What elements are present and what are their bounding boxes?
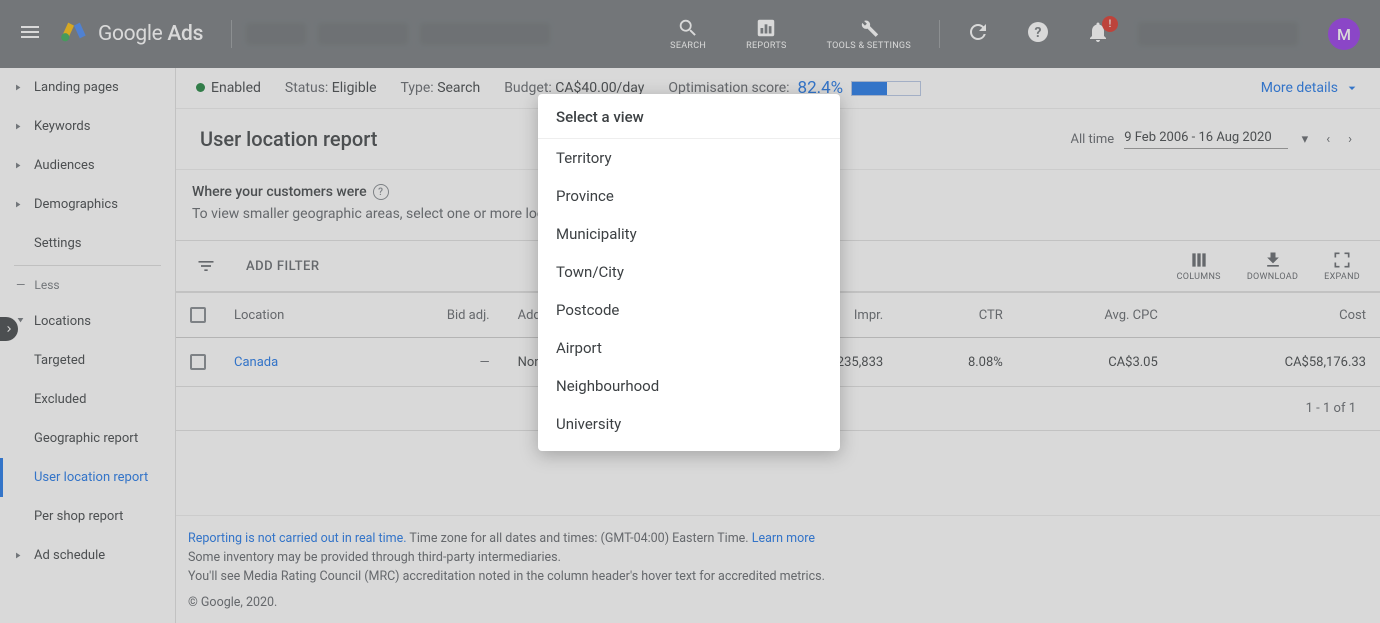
more-details-link[interactable]: More details xyxy=(1261,80,1360,96)
popup-item-municipality[interactable]: Municipality xyxy=(538,215,840,253)
popup-item-postcode[interactable]: Postcode xyxy=(538,291,840,329)
help-tooltip-icon[interactable]: ? xyxy=(373,184,389,200)
refresh-icon xyxy=(966,20,990,44)
app-header: Google Ads SEARCH REPORTS TOOLS & SETTIN… xyxy=(0,0,1380,68)
sidebar-item-user-location-report[interactable]: User location report xyxy=(0,458,175,497)
sidebar-item-ad-schedule[interactable]: ▸Ad schedule xyxy=(0,536,175,575)
help-button[interactable]: ? xyxy=(1008,20,1068,48)
location-link[interactable]: Canada xyxy=(234,355,278,370)
google-ads-logo-icon xyxy=(60,18,88,50)
sidebar-item-demographics[interactable]: ▸Demographics xyxy=(0,185,175,224)
sidebar-item-excluded[interactable]: Excluded xyxy=(0,380,175,419)
download-icon xyxy=(1263,250,1283,270)
popup-item-territory[interactable]: Territory xyxy=(538,139,840,177)
footer-notes: Reporting is not carried out in real tim… xyxy=(176,515,1380,623)
tools-settings[interactable]: TOOLS & SETTINGS xyxy=(807,17,931,51)
sidebar-item-landing-pages[interactable]: ▸Landing pages xyxy=(0,68,175,107)
status-eligible: Status: Eligible xyxy=(285,80,377,96)
date-dropdown-icon[interactable]: ▾ xyxy=(1298,128,1313,151)
sidebar: ▸Landing pages ▸Keywords ▸Audiences ▸Dem… xyxy=(0,68,176,623)
reports-tool[interactable]: REPORTS xyxy=(726,17,806,51)
svg-text:?: ? xyxy=(1035,25,1042,41)
status-dot-icon xyxy=(196,83,205,92)
cell-avg-cpc: CA$3.05 xyxy=(1017,338,1172,387)
select-view-popup: Select a view Territory Province Municip… xyxy=(538,94,840,451)
add-filter-button[interactable]: ADD FILTER xyxy=(246,259,320,274)
learn-more-link[interactable]: Learn more xyxy=(752,531,815,546)
date-range-picker[interactable]: All time 9 Feb 2006 - 16 Aug 2020 ▾ ‹ › xyxy=(1070,128,1356,151)
logo[interactable]: Google Ads xyxy=(60,18,223,50)
expand-button[interactable]: EXPAND xyxy=(1324,250,1360,282)
popup-item-university[interactable]: University xyxy=(538,405,840,443)
col-cost[interactable]: Cost xyxy=(1172,293,1380,338)
cell-bid-adj: — xyxy=(369,338,504,387)
columns-icon xyxy=(1189,250,1209,270)
expand-icon xyxy=(1332,250,1352,270)
chevron-down-icon xyxy=(1344,80,1360,96)
columns-button[interactable]: COLUMNS xyxy=(1177,250,1221,282)
popup-item-airport[interactable]: Airport xyxy=(538,329,840,367)
popup-title: Select a view xyxy=(538,94,840,139)
notification-badge: ! xyxy=(1102,16,1118,32)
popup-item-neighbourhood[interactable]: Neighbourhood xyxy=(538,367,840,405)
chevron-right-icon xyxy=(3,323,15,335)
redacted-account-2 xyxy=(318,23,408,45)
sidebar-item-settings[interactable]: Settings xyxy=(0,224,175,263)
menu-button[interactable] xyxy=(0,20,60,48)
filter-icon[interactable] xyxy=(196,256,216,276)
copyright: © Google, 2020. xyxy=(188,594,1368,613)
notifications-button[interactable]: ! xyxy=(1068,20,1128,48)
col-ctr[interactable]: CTR xyxy=(897,293,1017,338)
divider xyxy=(939,20,940,48)
date-range-value: 9 Feb 2006 - 16 Aug 2020 xyxy=(1124,130,1287,149)
cell-cost: CA$58,176.33 xyxy=(1172,338,1380,387)
sidebar-item-audiences[interactable]: ▸Audiences xyxy=(0,146,175,185)
status-enabled: Enabled xyxy=(196,80,261,96)
score-bar xyxy=(851,81,921,96)
refresh-button[interactable] xyxy=(948,20,1008,48)
search-icon xyxy=(677,17,699,39)
user-avatar[interactable]: M xyxy=(1328,18,1360,50)
redacted-account-right xyxy=(1138,22,1298,46)
col-location[interactable]: Location xyxy=(220,293,369,338)
sidebar-item-per-shop-report[interactable]: Per shop report xyxy=(0,497,175,536)
help-icon: ? xyxy=(1026,20,1050,44)
hamburger-icon xyxy=(18,20,42,44)
search-tool[interactable]: SEARCH xyxy=(650,17,726,51)
download-button[interactable]: DOWNLOAD xyxy=(1247,250,1298,282)
sidebar-item-locations[interactable]: ▸Locations xyxy=(0,302,175,341)
date-next-icon[interactable]: › xyxy=(1344,128,1356,151)
sidebar-item-targeted[interactable]: Targeted xyxy=(0,341,175,380)
date-prev-icon[interactable]: ‹ xyxy=(1322,128,1334,151)
popup-item-province[interactable]: Province xyxy=(538,177,840,215)
row-checkbox[interactable] xyxy=(190,354,206,370)
popup-item-town-city[interactable]: Town/City xyxy=(538,253,840,291)
sidebar-item-geographic-report[interactable]: Geographic report xyxy=(0,419,175,458)
divider xyxy=(231,20,232,48)
col-avg-cpc[interactable]: Avg. CPC xyxy=(1017,293,1172,338)
sidebar-show-less[interactable]: —Less xyxy=(0,268,175,302)
info-heading: Where your customers were xyxy=(192,184,367,200)
reports-icon xyxy=(755,17,777,39)
campaign-type: Type: Search xyxy=(401,80,481,96)
logo-text: Google Ads xyxy=(98,22,203,46)
redacted-campaign xyxy=(420,23,550,45)
reporting-delay-link[interactable]: Reporting is not carried out in real tim… xyxy=(188,531,407,546)
sidebar-item-keywords[interactable]: ▸Keywords xyxy=(0,107,175,146)
wrench-icon xyxy=(858,17,880,39)
cell-ctr: 8.08% xyxy=(897,338,1017,387)
redacted-account-1 xyxy=(246,23,306,45)
select-all-checkbox[interactable] xyxy=(190,307,206,323)
col-bid-adj[interactable]: Bid adj. xyxy=(369,293,504,338)
